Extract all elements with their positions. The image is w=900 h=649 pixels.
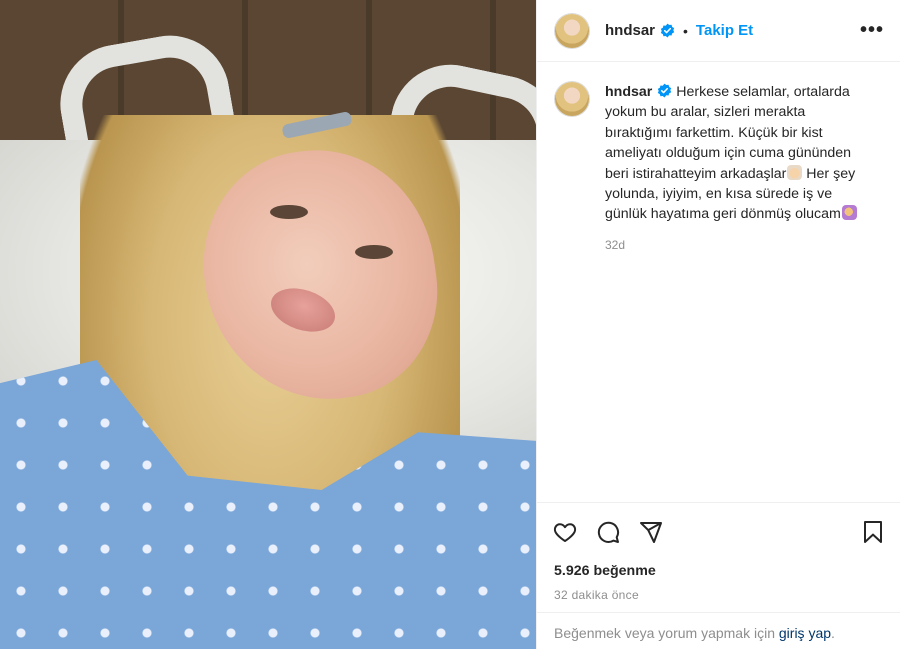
- caption-username[interactable]: hndsar: [605, 84, 652, 100]
- verified-badge-icon: [660, 23, 675, 38]
- bookmark-icon[interactable]: [862, 520, 884, 544]
- login-prompt-text: Beğenmek veya yorum yapmak için: [554, 625, 775, 641]
- share-icon[interactable]: [639, 520, 663, 544]
- heart-icon[interactable]: [553, 520, 577, 544]
- login-link[interactable]: giriş yap: [779, 625, 831, 641]
- separator-dot: •: [683, 22, 688, 39]
- avatar[interactable]: [555, 13, 589, 48]
- comment-icon[interactable]: [596, 520, 620, 544]
- post-side-panel: hndsar • Takip Et ••• hndsar Herkese sel…: [537, 0, 900, 649]
- login-prompt-bar: Beğenmek veya yorum yapmak için giriş ya…: [537, 612, 900, 641]
- caption: hndsar Herkese selamlar, ortalarda yokum…: [537, 62, 900, 255]
- photo-eye: [270, 205, 308, 219]
- caption-body: hndsar Herkese selamlar, ortalarda yokum…: [605, 82, 867, 255]
- action-icons: [553, 519, 884, 545]
- photo-eye: [355, 245, 393, 259]
- likes-count[interactable]: 5.926 beğenme: [553, 563, 884, 579]
- praying-hands-emoji-icon: [787, 164, 803, 180]
- avatar[interactable]: [555, 82, 589, 116]
- posted-time[interactable]: 32 dakika önce: [553, 588, 884, 602]
- post-actions: 5.926 beğenme 32 dakika önce: [537, 502, 900, 602]
- login-suffix: .: [831, 625, 835, 641]
- header-username[interactable]: hndsar: [605, 22, 655, 39]
- more-options-icon[interactable]: •••: [860, 19, 884, 42]
- woman-raising-hand-emoji-icon: [841, 205, 857, 221]
- post-photo[interactable]: [0, 0, 536, 649]
- follow-button[interactable]: Takip Et: [696, 22, 753, 39]
- verified-badge-icon: [658, 83, 672, 98]
- post-header: hndsar • Takip Et •••: [537, 0, 900, 62]
- caption-time[interactable]: 32d: [605, 235, 867, 255]
